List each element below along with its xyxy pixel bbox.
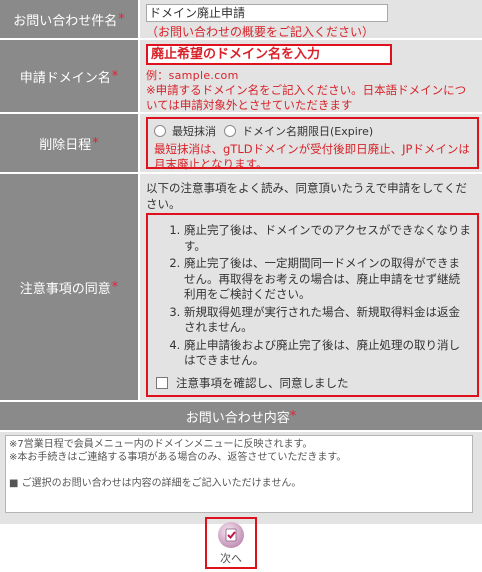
subject-label: お問い合わせ件名 * [0, 0, 140, 38]
schedule-row: 削除日程 * 最短抹消 ドメイン名期限日(Expire) 最短抹消は、gTLDドメ… [0, 114, 482, 174]
notice-item: 廃止完了後は、一定期間同一ドメインの取得ができません。再取得をお考えの場合は、廃… [184, 256, 471, 303]
schedule-cell: 最短抹消 ドメイン名期限日(Expire) 最短抹消は、gTLDドメインが受付後… [140, 114, 482, 172]
agree-checkbox-row[interactable]: 注意事項を確認し、同意しました [156, 375, 349, 391]
schedule-radio-group: 最短抹消 ドメイン名期限日(Expire) [154, 123, 473, 139]
next-button[interactable]: 次へ [205, 517, 257, 569]
required-mark: * [111, 68, 119, 84]
domain-input[interactable]: 廃止希望のドメイン名を入力 [146, 44, 392, 65]
agreement-cell: 以下の注意事項をよく読み、同意頂いたうえで申請をしてください。 廃止完了後は、ド… [140, 174, 482, 400]
required-mark: * [92, 135, 99, 151]
agreement-row: 注意事項の同意 * 以下の注意事項をよく読み、同意頂いたうえで申請をしてください。… [0, 174, 482, 402]
agreement-highlight-box: 廃止完了後は、ドメインでのアクセスができなくなります。 廃止完了後は、一定期間同… [146, 213, 479, 397]
notice-item: 廃止完了後は、ドメインでのアクセスができなくなります。 [184, 223, 471, 254]
domain-label: 申請ドメイン名 * [0, 40, 140, 112]
agreement-intro: 以下の注意事項をよく読み、同意頂いたうえで申請をしてください。 [146, 181, 467, 211]
domain-example: 例：sample.com [146, 69, 239, 82]
notice-list: 廃止完了後は、ドメインでのアクセスができなくなります。 廃止完了後は、一定期間同… [154, 223, 471, 369]
contents-textarea[interactable]: ※7営業日程で会員メニュー内のドメインメニューに反映されます。 ※本お手続きはご… [5, 435, 473, 513]
schedule-label: 削除日程 * [0, 114, 140, 172]
required-mark: * [289, 408, 297, 424]
schedule-note: 最短抹消は、gTLDドメインが受付後即日廃止、JPドメインは月末廃止となります。 [154, 142, 470, 171]
check-document-icon [218, 522, 244, 548]
radio-button[interactable] [224, 125, 236, 137]
domain-row: 申請ドメイン名 * 廃止希望のドメイン名を入力 例：sample.com ※申請す… [0, 40, 482, 114]
schedule-highlight-box: 最短抹消 ドメイン名期限日(Expire) 最短抹消は、gTLDドメインが受付後… [146, 117, 479, 171]
domain-cell: 廃止希望のドメイン名を入力 例：sample.com ※申請するドメイン名をご記… [140, 40, 482, 112]
radio-option-expire[interactable]: ドメイン名期限日(Expire) [224, 123, 373, 139]
agree-checkbox-label: 注意事項を確認し、同意しました [176, 376, 349, 390]
contents-cell: ※7営業日程で会員メニュー内のドメインメニューに反映されます。 ※本お手続きはご… [0, 432, 482, 524]
agreement-label: 注意事項の同意 * [0, 174, 140, 400]
subject-hint: （お問い合わせの概要をご記入ください） [146, 25, 375, 39]
subject-cell: ドメイン廃止申請 （お問い合わせの概要をご記入ください） [140, 0, 482, 39]
radio-button[interactable] [154, 125, 166, 137]
next-button-label: 次へ [220, 552, 242, 565]
notice-item: 新規取得処理が実行された場合、新規取得料金は返金されません。 [184, 305, 471, 336]
required-mark: * [111, 279, 119, 295]
subject-input[interactable]: ドメイン廃止申請 [146, 4, 388, 22]
radio-option-shortest[interactable]: 最短抹消 [154, 123, 216, 139]
contents-header: お問い合わせ内容 * [0, 402, 482, 432]
domain-note: ※申請するドメイン名をご記入ください。日本語ドメインについては申請対象外とさせて… [146, 83, 467, 112]
agree-checkbox[interactable] [156, 377, 168, 389]
subject-row: お問い合わせ件名 * ドメイン廃止申請 （お問い合わせの概要をご記入ください） [0, 0, 482, 40]
notice-item: 廃止申請後および廃止完了後は、廃止処理の取り消しはできません。 [184, 338, 471, 369]
inquiry-form: お問い合わせ件名 * ドメイン廃止申請 （お問い合わせの概要をご記入ください） 申… [0, 0, 482, 524]
required-mark: * [118, 11, 125, 27]
